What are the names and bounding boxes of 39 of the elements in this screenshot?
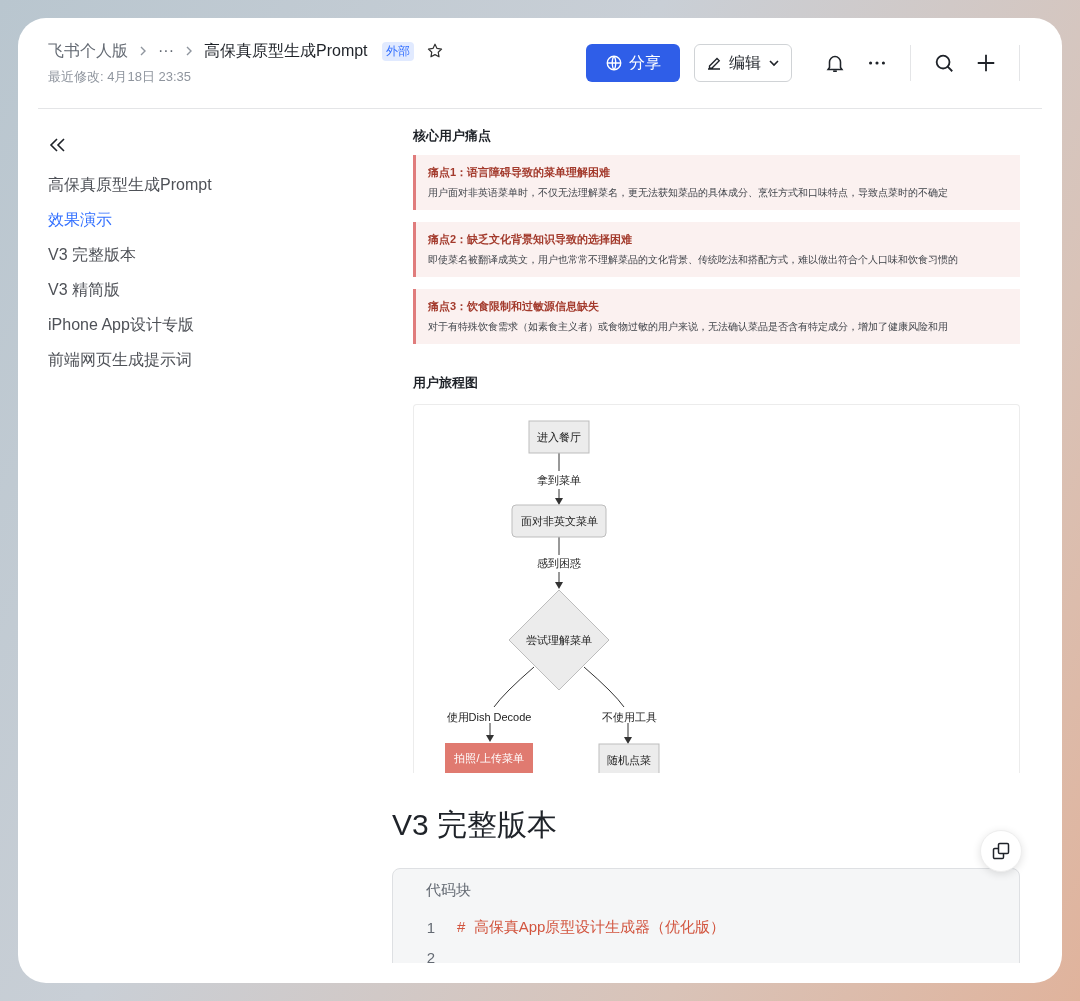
edit-button[interactable]: 编辑 bbox=[694, 44, 792, 82]
pain-point-title: 痛点2：缺乏文化背景知识导致的选择困难 bbox=[428, 232, 634, 247]
pain-point-title: 痛点1：语言障碍导致的菜单理解困难 bbox=[428, 165, 612, 180]
pain-point-text: 即使菜名被翻译成英文，用户也常常不理解菜品的文化背景、传统吃法和搭配方式，难以做出符合个人口味和饮食习惯的 bbox=[428, 253, 959, 267]
flow-node: 随机点菜 bbox=[598, 743, 660, 773]
section-heading: V3 完整版本 bbox=[392, 807, 558, 843]
outline-item[interactable]: V3 精简版 bbox=[48, 272, 120, 307]
star-icon[interactable] bbox=[425, 42, 444, 60]
outline-item[interactable]: iPhone App设计专版 bbox=[48, 307, 194, 342]
decision-node: 尝试理解菜单 bbox=[508, 589, 610, 691]
flow-node: 面对非英文菜单 bbox=[511, 504, 607, 538]
line-number: 1 bbox=[425, 918, 437, 936]
pain-point-text: 对于有特殊饮食需求（如素食主义者）或食物过敏的用户来说，无法确认菜品是否含有特定成分，增加了健康风险和用 bbox=[428, 320, 949, 334]
share-button[interactable]: 分享 bbox=[586, 44, 680, 82]
section-title: 核心用户痛点 bbox=[413, 127, 492, 145]
external-tag: 外部 bbox=[381, 41, 414, 61]
last-modified-text: 最近修改: 4月18日 23:35 bbox=[48, 67, 193, 86]
globe-icon bbox=[605, 54, 623, 72]
flow-node: 进入餐厅 bbox=[528, 420, 590, 454]
edge-label: 感到困惑 bbox=[537, 557, 581, 569]
breadcrumb-link[interactable]: ··· bbox=[158, 42, 174, 60]
edge-label: 使用Dish Decode bbox=[446, 711, 532, 723]
edge-label: 不使用工具 bbox=[601, 711, 657, 723]
outline-item[interactable]: 前端网页生成提示词 bbox=[48, 342, 192, 377]
pain-point-title: 痛点3：饮食限制和过敏源信息缺失 bbox=[428, 299, 601, 314]
breadcrumb-link[interactable]: 飞书个人版 bbox=[48, 40, 128, 62]
breadcrumb-link[interactable]: 高保真原型生成Prompt bbox=[204, 40, 368, 62]
copy-icon bbox=[991, 841, 1011, 861]
code-block-title: 代码块 bbox=[426, 881, 471, 900]
line-number: 2 bbox=[425, 948, 437, 963]
outline-item[interactable]: V3 完整版本 bbox=[48, 237, 136, 272]
outline-item[interactable]: 效果演示 bbox=[48, 202, 112, 237]
section-title: 用户旅程图 bbox=[413, 374, 479, 392]
pain-point-text: 用户面对非英语菜单时，不仅无法理解菜名，更无法获知菜品的具体成分、烹饪方式和口味特点，导致点菜时的不确定 bbox=[428, 186, 949, 200]
copy-button[interactable] bbox=[980, 830, 1022, 872]
flow-node: 拍照/上传菜单 bbox=[445, 743, 533, 773]
code-line: # 高保真App原型设计生成器（优化版） bbox=[457, 917, 726, 937]
outline-item[interactable]: 高保真原型生成Prompt bbox=[48, 167, 212, 202]
edge-label: 拿到菜单 bbox=[537, 474, 581, 486]
